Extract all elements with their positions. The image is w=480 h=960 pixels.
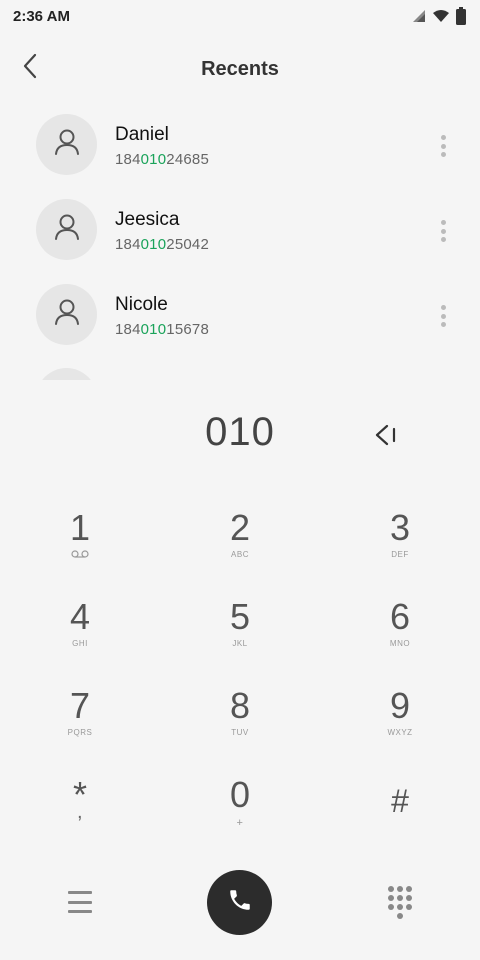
backspace-button[interactable]: [368, 420, 404, 454]
key-9[interactable]: 9 WXYZ: [340, 686, 460, 766]
dialpad-icon: [388, 886, 394, 892]
menu-icon: [68, 891, 92, 894]
key-0[interactable]: 0 +: [180, 775, 300, 855]
more-options-button[interactable]: [432, 132, 454, 160]
key-1[interactable]: 1: [20, 508, 140, 588]
voicemail-icon: [71, 550, 89, 562]
dial-display: 010: [0, 400, 480, 470]
menu-button[interactable]: [62, 886, 98, 918]
key-digit: 0: [229, 774, 251, 815]
person-icon: [54, 128, 80, 161]
key-letters: TUV: [231, 728, 249, 737]
key-5[interactable]: 5 JKL: [180, 597, 300, 677]
key-letters: +: [236, 817, 244, 829]
key-digit: 9: [389, 685, 411, 726]
key-letters: WXYZ: [387, 728, 413, 737]
more-options-button[interactable]: [432, 302, 454, 330]
header: Recents: [0, 34, 480, 102]
key-star[interactable]: * ,: [20, 775, 140, 855]
contact-number: 18401015678: [115, 321, 209, 338]
person-icon: [54, 298, 80, 331]
key-letters: GHI: [72, 639, 88, 648]
contact-name: Daniel: [115, 124, 169, 145]
key-digit: 8: [229, 685, 251, 726]
phone-icon: [227, 887, 253, 918]
more-vert-icon: [440, 305, 446, 310]
key-digit: #: [391, 783, 409, 819]
bottom-bar: [0, 868, 480, 938]
person-icon: [54, 213, 80, 246]
avatar: [36, 284, 97, 345]
key-2[interactable]: 2 ABC: [180, 508, 300, 588]
key-digit: 1: [69, 507, 91, 548]
call-button[interactable]: [207, 870, 272, 935]
status-time: 2:36 AM: [13, 8, 70, 25]
avatar: [36, 114, 97, 175]
more-options-button[interactable]: [432, 217, 454, 245]
key-letters: DEF: [391, 550, 409, 559]
wifi-icon: [432, 9, 450, 28]
key-digit: 5: [229, 596, 251, 637]
key-3[interactable]: 3 DEF: [340, 508, 460, 588]
key-6[interactable]: 6 MNO: [340, 597, 460, 677]
key-letters: ,: [76, 801, 84, 823]
page-title: Recents: [201, 58, 279, 80]
key-7[interactable]: 7 PQRS: [20, 686, 140, 766]
more-vert-icon: [440, 220, 446, 225]
key-hash[interactable]: #: [340, 775, 460, 855]
contact-number: 18401025042: [115, 236, 209, 253]
battery-icon: [456, 7, 466, 30]
contact-row-nicole[interactable]: Nicole 18401015678: [0, 274, 480, 358]
number-match-highlight: 010: [140, 321, 167, 338]
backspace-icon: [373, 424, 399, 451]
contact-name: Nicole: [115, 294, 168, 315]
more-vert-icon: [440, 135, 446, 140]
signal-icon: [412, 9, 426, 28]
key-letters: MNO: [389, 639, 411, 648]
contact-number: 18401024685: [115, 151, 209, 168]
contact-row-daniel[interactable]: Daniel 18401024685: [0, 104, 480, 188]
avatar-partial: [36, 368, 97, 380]
contact-row-jeesica[interactable]: Jeesica 18401025042: [0, 189, 480, 273]
status-icons: [412, 7, 466, 30]
dialed-number: 010: [205, 410, 275, 454]
avatar: [36, 199, 97, 260]
key-digit: 2: [229, 507, 251, 548]
status-bar: 2:36 AM: [0, 0, 480, 34]
key-letters: ABC: [231, 550, 249, 559]
key-4[interactable]: 4 GHI: [20, 597, 140, 677]
key-digit: 3: [389, 507, 411, 548]
key-digit: 6: [389, 596, 411, 637]
key-letters: PQRS: [67, 728, 93, 737]
key-digit: 7: [69, 685, 91, 726]
dialpad-button[interactable]: [384, 884, 416, 920]
contact-name: Jeesica: [115, 209, 180, 230]
key-digit: 4: [69, 596, 91, 637]
number-match-highlight: 010: [140, 151, 167, 168]
number-match-highlight: 010: [140, 236, 167, 253]
key-8[interactable]: 8 TUV: [180, 686, 300, 766]
recents-list[interactable]: Daniel 18401024685 Jeesica 18401025042 N…: [0, 104, 480, 380]
key-letters: JKL: [232, 639, 248, 648]
